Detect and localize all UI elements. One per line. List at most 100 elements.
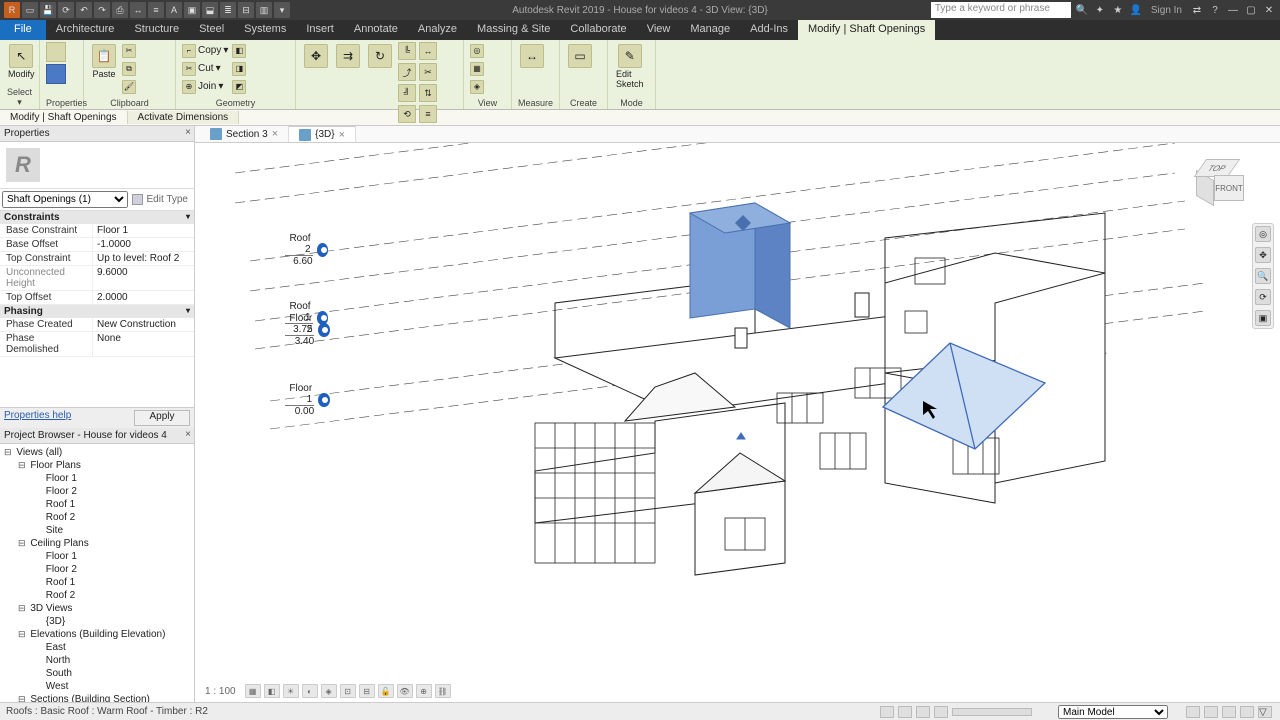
close-icon[interactable]: × (185, 429, 191, 440)
tree-node[interactable]: 3D Views (0, 602, 194, 615)
help-icon[interactable]: ? (1208, 3, 1222, 17)
apply-button[interactable]: Apply (134, 410, 190, 426)
tree-node[interactable]: Sections (Building Section) (0, 693, 194, 702)
tab-insert[interactable]: Insert (296, 20, 344, 40)
crop-visible-icon[interactable]: ⊟ (359, 684, 375, 698)
tab-add-ins[interactable]: Add-Ins (740, 20, 798, 40)
tab-annotate[interactable]: Annotate (344, 20, 408, 40)
search-icon[interactable]: 🔍 (1075, 3, 1089, 17)
tab-manage[interactable]: Manage (680, 20, 740, 40)
close-icon[interactable]: ✕ (1262, 3, 1276, 17)
properties-icon[interactable] (46, 42, 66, 62)
tree-node[interactable]: Elevations (Building Elevation) (0, 628, 194, 641)
sync-icon[interactable]: ⟳ (58, 2, 74, 18)
level-marker[interactable]: Floor 10.00 (285, 383, 330, 417)
measure-button[interactable]: ↔ (518, 42, 546, 70)
star-icon[interactable]: ★ (1111, 3, 1125, 17)
close-inactive-icon[interactable]: ⊟ (238, 2, 254, 18)
edit-sketch-button[interactable]: ✎Edit Sketch (614, 42, 646, 91)
property-row[interactable]: Top ConstraintUp to level: Roof 2 (0, 252, 194, 266)
minimize-icon[interactable]: — (1226, 3, 1240, 17)
level-head-icon[interactable] (317, 243, 329, 257)
tab-view[interactable]: View (637, 20, 681, 40)
zoom-icon[interactable]: 🔍 (1255, 268, 1271, 284)
text-icon[interactable]: A (166, 2, 182, 18)
property-group[interactable]: Phasing (0, 305, 194, 318)
temp-hide-icon[interactable]: 👁 (397, 684, 413, 698)
tab-modify-shaft-openings[interactable]: Modify | Shaft Openings (798, 20, 935, 40)
paste-button[interactable]: 📋Paste (90, 42, 118, 81)
close-icon[interactable]: × (185, 127, 191, 138)
tab-systems[interactable]: Systems (234, 20, 296, 40)
properties-help-link[interactable]: Properties help (4, 410, 71, 426)
pan-icon[interactable]: ✥ (1255, 247, 1271, 263)
match-type-button[interactable]: 🖌 (122, 78, 136, 95)
user-icon[interactable]: 👤 (1129, 3, 1143, 17)
activate-dimensions-button[interactable]: Activate Dimensions (128, 111, 240, 124)
thin-lines-icon[interactable]: ≣ (220, 2, 236, 18)
undo-icon[interactable]: ↶ (76, 2, 92, 18)
maximize-icon[interactable]: ▢ (1244, 3, 1258, 17)
join-button[interactable]: ⊕Join ▾ (182, 78, 228, 95)
search-input[interactable]: Type a keyword or phrase (931, 2, 1071, 18)
tree-node[interactable]: South (0, 667, 194, 680)
tree-node[interactable]: Roof 2 (0, 511, 194, 524)
crop-view-icon[interactable]: ⊡ (340, 684, 356, 698)
view-tab[interactable]: Section 3× (200, 126, 289, 142)
design-option-selector[interactable]: Main Model (1058, 705, 1168, 719)
save-icon[interactable]: 💾 (40, 2, 56, 18)
property-row[interactable]: Unconnected Height9.6000 (0, 266, 194, 291)
measure-icon[interactable]: ↔ (130, 2, 146, 18)
tab-file[interactable]: File (0, 20, 46, 40)
tree-node[interactable]: North (0, 654, 194, 667)
edit-type-button[interactable]: Edit Type (128, 194, 192, 205)
property-row[interactable]: Phase CreatedNew Construction (0, 318, 194, 332)
exchange-icon[interactable]: ⇄ (1190, 3, 1204, 17)
app-menu-icon[interactable]: R (4, 2, 20, 18)
print-icon[interactable]: ⎙ (112, 2, 128, 18)
properties-grid[interactable]: ConstraintsBase ConstraintFloor 1Base Of… (0, 211, 194, 357)
cut-clipboard-button[interactable]: ✂ (122, 42, 136, 59)
rotate-button[interactable]: ↻ (366, 42, 394, 70)
move-button[interactable]: ✥ (302, 42, 330, 70)
detail-level-icon[interactable]: ▦ (245, 684, 261, 698)
create-button[interactable]: ▭ (566, 42, 594, 70)
3d-model[interactable] (195, 143, 1280, 702)
tree-node[interactable]: Floor 1 (0, 472, 194, 485)
tree-node[interactable]: Floor 1 (0, 550, 194, 563)
tree-node[interactable]: {3D} (0, 615, 194, 628)
render-icon[interactable]: ◈ (321, 684, 337, 698)
browser-tree[interactable]: Views (all) Floor Plans Floor 1 Floor 2 … (0, 444, 194, 702)
tree-node[interactable]: Site (0, 524, 194, 537)
view-tab[interactable]: {3D}× (289, 126, 356, 142)
filter-icon[interactable]: ▽ (1258, 706, 1272, 718)
section-icon[interactable]: ⬓ (202, 2, 218, 18)
tree-node[interactable]: Views (all) (0, 446, 194, 459)
offset-button[interactable]: ⇉ (334, 42, 362, 70)
view-cube[interactable]: TOP FRONT (1194, 159, 1252, 207)
tree-node[interactable]: Roof 1 (0, 498, 194, 511)
sun-path-icon[interactable]: ☀ (283, 684, 299, 698)
tab-collaborate[interactable]: Collaborate (560, 20, 636, 40)
close-icon[interactable]: × (272, 128, 278, 140)
tree-node[interactable]: Ceiling Plans (0, 537, 194, 550)
tree-node[interactable]: Roof 1 (0, 576, 194, 589)
tree-node[interactable]: Floor 2 (0, 485, 194, 498)
visual-style-icon[interactable]: ◧ (264, 684, 280, 698)
property-row[interactable]: Base ConstraintFloor 1 (0, 224, 194, 238)
property-row[interactable]: Base Offset-1.0000 (0, 238, 194, 252)
selected-shaft[interactable] (690, 203, 790, 328)
cope-button[interactable]: ⌐Copy ▾ (182, 42, 228, 59)
wheel-icon[interactable]: ◎ (1255, 226, 1271, 242)
orbit-icon[interactable]: ⟳ (1255, 289, 1271, 305)
tab-massing-site[interactable]: Massing & Site (467, 20, 560, 40)
reveal-icon[interactable]: ⊕ (416, 684, 432, 698)
keyshot-icon[interactable]: ✦ (1093, 3, 1107, 17)
3d-icon[interactable]: ▣ (184, 2, 200, 18)
sign-in-link[interactable]: Sign In (1147, 5, 1186, 16)
cut-geom-button[interactable]: ✂Cut ▾ (182, 60, 228, 77)
shadows-icon[interactable]: ◐ (302, 684, 318, 698)
copy-clipboard-button[interactable]: ⧉ (122, 60, 136, 77)
tab-structure[interactable]: Structure (124, 20, 189, 40)
align-icon[interactable]: ≡ (148, 2, 164, 18)
